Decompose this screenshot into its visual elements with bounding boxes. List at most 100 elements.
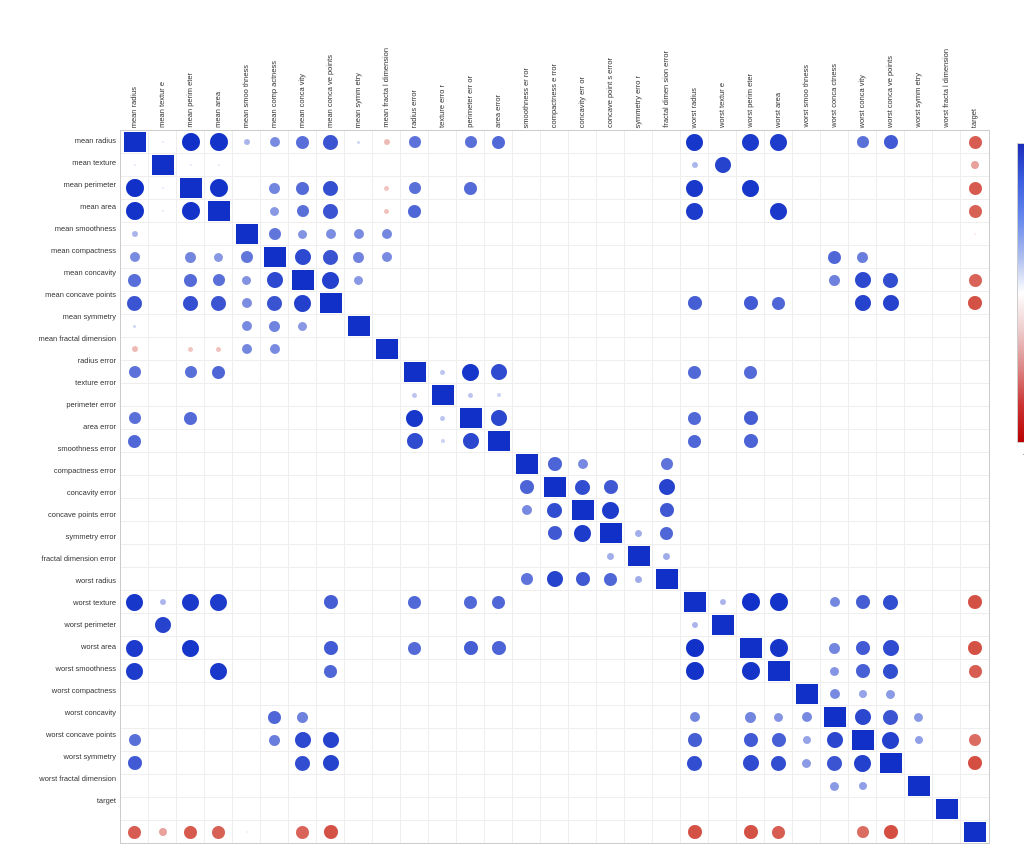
cell-29-16 [569,798,597,820]
cell-circle-5-25 [828,251,841,264]
cell-5-29 [933,246,961,268]
cell-8-13 [485,315,513,337]
cell-11-21 [709,384,737,406]
cell-circle-2-3 [210,179,228,197]
cell-30-12 [457,821,485,843]
cell-19-7 [317,568,345,590]
cell-circle-15-19 [659,479,675,495]
cell-21-3 [205,614,233,636]
cell-19-3 [205,568,233,590]
cell-circle-30-2 [184,826,197,839]
cell-8-18 [625,315,653,337]
cell-23-4 [233,660,261,682]
cell-circle-22-26 [856,641,870,655]
cell-circle-6-2 [184,274,197,287]
cell-6-13 [485,269,513,291]
cell-25-29 [933,706,961,728]
cell-2-25 [821,177,849,199]
cell-14-19 [653,453,681,475]
cell-circle-24-26 [859,690,867,698]
cell-10-15 [541,361,569,383]
cell-circle-22-12 [464,641,478,655]
cell-17-30 [961,522,989,544]
cell-17-24 [793,522,821,544]
cell-23-16 [569,660,597,682]
cell-24-20 [681,683,709,705]
cell-4-15 [541,223,569,245]
cell-2-24 [793,177,821,199]
cell-circle-5-6 [295,249,311,265]
cell-14-23 [765,453,793,475]
cell-17-4 [233,522,261,544]
cell-18-8 [345,545,373,567]
cell-circle-2-22 [742,180,759,197]
cell-14-15 [541,453,569,475]
cell-24-24 [793,683,821,705]
cell-15-18 [625,476,653,498]
cell-13-18 [625,430,653,452]
row-label-17: concave points error [10,504,120,526]
cell-circle-28-25 [830,782,839,791]
cell-14-10 [401,453,429,475]
cell-13-28 [905,430,933,452]
cell-26-16 [569,729,597,751]
cell-circle-3-10 [408,205,421,218]
cell-21-9 [373,614,401,636]
cell-11-2 [177,384,205,406]
cell-15-8 [345,476,373,498]
cell-0-28 [905,131,933,153]
cell-20-22 [737,591,765,613]
cell-22-14 [513,637,541,659]
cell-9-24 [793,338,821,360]
cell-29-10 [401,798,429,820]
cell-circle-3-23 [770,203,787,220]
cell-18-26 [849,545,877,567]
cell-circle-15-16 [575,480,590,495]
cell-16-13 [485,499,513,521]
cell-circle-26-28 [915,736,923,744]
cell-23-2 [177,660,205,682]
cell-circle-4-30 [974,233,976,235]
cell-8-3 [205,315,233,337]
cell-circle-3-0 [126,202,144,220]
cell-27-14 [513,752,541,774]
cell-10-28 [905,361,933,383]
cell-21-4 [233,614,261,636]
cell-26-30 [961,729,989,751]
cell-circle-30-4 [246,831,248,833]
cell-3-11 [429,200,457,222]
matrix-row-2 [121,177,989,200]
cell-10-22 [737,361,765,383]
cell-4-28 [905,223,933,245]
col-label-1: mean textur e [148,10,176,130]
cell-square-30-30 [964,822,986,842]
matrix-wrapper: mean radiusmean textur emean perim eterm… [10,10,990,844]
cell-square-12-12 [460,408,482,428]
cell-square-20-20 [684,592,706,612]
cell-9-15 [541,338,569,360]
cell-circle-8-0 [133,325,136,328]
cell-9-18 [625,338,653,360]
cell-3-29 [933,200,961,222]
cell-16-2 [177,499,205,521]
cell-circle-3-5 [270,207,279,216]
cell-circle-7-3 [211,296,226,311]
cell-circle-7-22 [744,296,758,310]
cell-14-24 [793,453,821,475]
cell-13-6 [289,430,317,452]
cell-25-5 [261,706,289,728]
cell-circle-28-26 [859,782,867,790]
cell-16-9 [373,499,401,521]
cell-18-4 [233,545,261,567]
cell-circle-23-0 [126,663,143,680]
cell-circle-20-26 [856,595,870,609]
cell-24-3 [205,683,233,705]
cell-27-30 [961,752,989,774]
cell-circle-7-20 [688,296,702,310]
cell-13-9 [373,430,401,452]
cell-circle-27-25 [827,756,842,771]
cell-circle-20-7 [324,595,338,609]
cell-25-25 [821,706,849,728]
cell-4-0 [121,223,149,245]
cell-circle-27-7 [323,755,339,771]
